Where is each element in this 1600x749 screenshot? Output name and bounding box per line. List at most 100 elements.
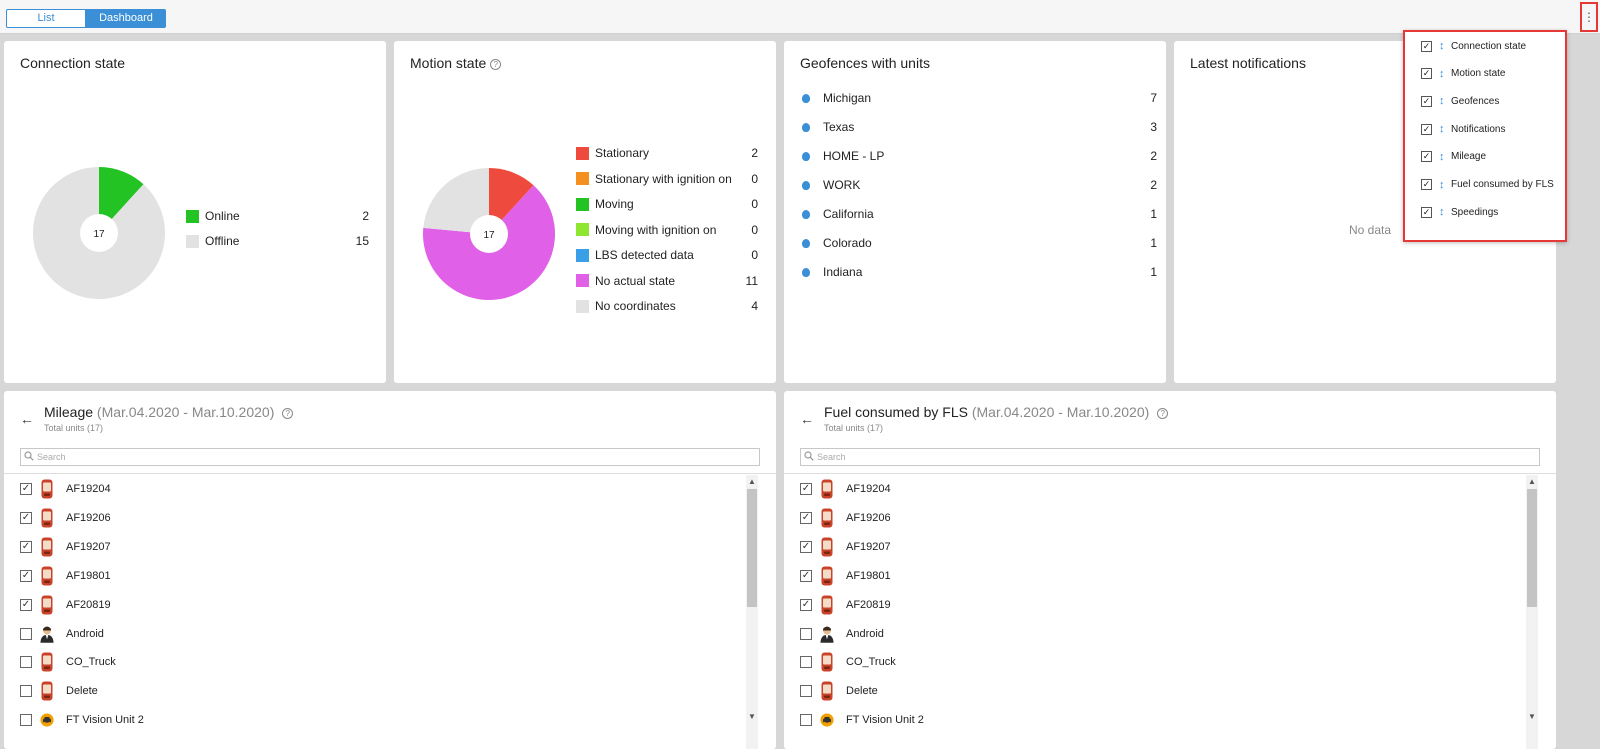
unit-checkbox[interactable] (800, 685, 812, 698)
unit-name: AF19801 (66, 569, 111, 582)
phone-icon (40, 537, 54, 557)
back-arrow-icon[interactable]: ← (800, 411, 814, 427)
phone-icon (40, 652, 54, 672)
legend-value: 0 (751, 222, 758, 237)
help-icon[interactable]: ? (490, 58, 502, 70)
help-icon[interactable]: ? (1157, 407, 1169, 419)
total-units: Total units (17) (44, 423, 104, 433)
widget-toggle-item[interactable]: ✓ ↕ Mileage (1421, 149, 1486, 165)
tab-dashboard[interactable]: Dashboard (86, 9, 166, 28)
scroll-up-icon[interactable]: ▲ (748, 477, 756, 486)
unit-checkbox[interactable]: ✓ (20, 598, 32, 611)
unit-checkbox[interactable] (20, 685, 32, 698)
scroll-down-icon[interactable]: ▼ (1528, 712, 1536, 721)
unit-checkbox[interactable]: ✓ (20, 483, 32, 495)
connection-legend-item: Online 2 (186, 209, 369, 223)
search-input[interactable]: Search (800, 448, 1540, 466)
scroll-thumb[interactable] (1527, 489, 1537, 607)
geofence-item[interactable]: Michigan 7 (802, 90, 1157, 106)
mileage-unit-row[interactable]: CO_Truck (20, 651, 116, 673)
drag-handle-icon[interactable]: ↕ (1439, 206, 1445, 218)
geofence-item[interactable]: Indiana 1 (802, 264, 1157, 280)
drag-handle-icon[interactable]: ↕ (1439, 179, 1445, 191)
fuel-unit-row[interactable]: ✓ AF19207 (800, 536, 891, 558)
unit-checkbox[interactable]: ✓ (20, 540, 32, 553)
unit-checkbox[interactable] (800, 714, 812, 727)
checkbox[interactable]: ✓ (1421, 95, 1432, 107)
legend-swatch (576, 223, 589, 236)
unit-checkbox[interactable]: ✓ (800, 483, 812, 495)
scrollbar[interactable]: ▲ ▼ (1526, 475, 1538, 749)
geofence-item[interactable]: California 1 (802, 206, 1157, 222)
fuel-unit-row[interactable]: ✓ AF20819 (800, 594, 891, 616)
mileage-unit-row[interactable]: FT Vision Unit 2 (20, 709, 144, 731)
back-arrow-icon[interactable]: ← (20, 411, 34, 427)
checkbox[interactable]: ✓ (1421, 123, 1432, 135)
legend-value: 2 (362, 209, 369, 223)
tab-list[interactable]: List (6, 9, 86, 28)
mileage-unit-row[interactable]: Delete (20, 680, 98, 702)
drag-handle-icon[interactable]: ↕ (1439, 68, 1445, 80)
fuel-unit-row[interactable]: ✓ AF19206 (800, 507, 891, 529)
mileage-unit-row[interactable]: ✓ AF20819 (20, 594, 111, 616)
checkbox[interactable]: ✓ (1421, 206, 1432, 218)
fuel-unit-row[interactable]: Android (800, 623, 884, 645)
mileage-unit-row[interactable]: Android (20, 623, 104, 645)
drag-handle-icon[interactable]: ↕ (1439, 151, 1445, 163)
connection-total-label: 17 (93, 229, 105, 240)
mileage-unit-row[interactable]: ✓ AF19204 (20, 478, 111, 500)
unit-name: FT Vision Unit 2 (846, 714, 924, 727)
fuel-unit-row[interactable]: CO_Truck (800, 651, 896, 673)
checkbox[interactable]: ✓ (1421, 40, 1432, 52)
unit-checkbox[interactable]: ✓ (800, 569, 812, 582)
motion-title: Motion state (410, 55, 487, 71)
fuel-unit-row[interactable]: ✓ AF19204 (800, 478, 891, 500)
car-icon (40, 710, 54, 730)
unit-checkbox[interactable] (20, 656, 32, 669)
checkbox[interactable]: ✓ (1421, 151, 1432, 163)
widget-toggle-item[interactable]: ✓ ↕ Connection state (1421, 38, 1526, 54)
checkbox[interactable]: ✓ (1421, 179, 1432, 190)
fuel-unit-row[interactable]: ✓ AF19801 (800, 565, 891, 587)
geofence-item[interactable]: HOME - LP 2 (802, 148, 1157, 164)
geofence-item[interactable]: Texas 3 (802, 119, 1157, 135)
unit-name: CO_Truck (846, 656, 896, 669)
scroll-up-icon[interactable]: ▲ (1528, 477, 1536, 486)
connection-legend-item: Offline 15 (186, 234, 369, 248)
geofence-item[interactable]: WORK 2 (802, 177, 1157, 193)
widget-toggle-item[interactable]: ✓ ↕ Motion state (1421, 66, 1505, 82)
checkbox[interactable]: ✓ (1421, 68, 1432, 80)
divider (4, 473, 776, 474)
fuel-unit-row[interactable]: FT Vision Unit 2 (800, 709, 924, 731)
mileage-unit-row[interactable]: ✓ AF19801 (20, 565, 111, 587)
unit-checkbox[interactable] (20, 627, 32, 640)
dashboard-settings-button[interactable]: ⋮ (1580, 2, 1598, 32)
fuel-unit-row[interactable]: Delete (800, 680, 878, 702)
geofence-name: Texas (823, 120, 855, 134)
unit-checkbox[interactable]: ✓ (800, 511, 812, 524)
mileage-unit-row[interactable]: ✓ AF19206 (20, 507, 111, 529)
unit-checkbox[interactable]: ✓ (20, 569, 32, 582)
scroll-down-icon[interactable]: ▼ (748, 712, 756, 721)
unit-checkbox[interactable]: ✓ (800, 598, 812, 611)
unit-checkbox[interactable] (800, 656, 812, 669)
widget-toggle-item[interactable]: ✓ ↕ Geofences (1421, 93, 1499, 109)
scroll-thumb[interactable] (747, 489, 757, 607)
widget-toggle-item[interactable]: ✓ ↕ Speedings (1421, 204, 1498, 220)
widget-toggle-item[interactable]: ✓ ↕ Fuel consumed by FLS (1421, 177, 1554, 193)
widget-toggle-item[interactable]: ✓ ↕ Notifications (1421, 121, 1505, 137)
scrollbar[interactable]: ▲ ▼ (746, 475, 758, 749)
unit-checkbox[interactable] (800, 627, 812, 640)
unit-checkbox[interactable] (20, 714, 32, 727)
drag-handle-icon[interactable]: ↕ (1439, 40, 1445, 52)
unit-name: AF19207 (66, 540, 111, 553)
drag-handle-icon[interactable]: ↕ (1439, 123, 1445, 135)
geofence-icon (802, 238, 810, 248)
unit-checkbox[interactable]: ✓ (20, 511, 32, 524)
search-input[interactable]: Search (20, 448, 760, 466)
drag-handle-icon[interactable]: ↕ (1439, 95, 1445, 107)
geofence-item[interactable]: Colorado 1 (802, 235, 1157, 251)
help-icon[interactable]: ? (282, 407, 294, 419)
unit-checkbox[interactable]: ✓ (800, 540, 812, 553)
mileage-unit-row[interactable]: ✓ AF19207 (20, 536, 111, 558)
